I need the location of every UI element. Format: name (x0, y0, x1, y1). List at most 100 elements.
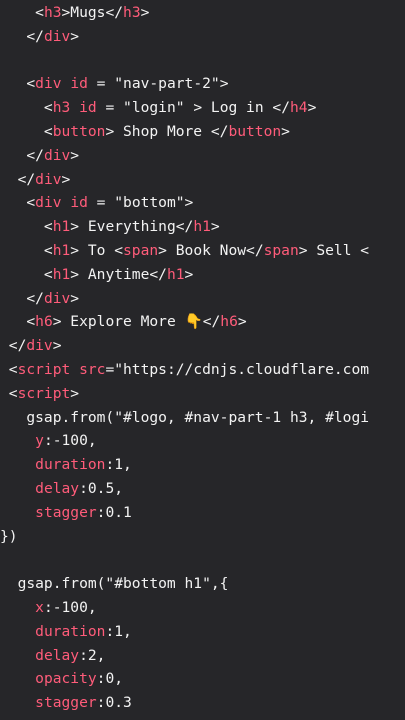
code-token: > To < (70, 242, 124, 259)
code-token: h1 (52, 218, 71, 236)
code-line: </div> (0, 169, 71, 191)
code-token: button (228, 123, 282, 140)
code-token: "bottom" (114, 194, 185, 212)
code-token: > (70, 289, 80, 307)
code-token: src (79, 361, 106, 378)
code-token: h1 (193, 218, 211, 236)
code-token: > (281, 123, 290, 140)
code-token: > Explore More (52, 313, 185, 331)
code-token: < (0, 242, 53, 259)
code-token: </ (0, 337, 27, 355)
code-token: span (123, 242, 159, 259)
code-line: </div> (0, 145, 79, 167)
code-token: </ (0, 170, 36, 188)
code-token: > Shop More </ (105, 123, 229, 140)
code-token: > (184, 265, 194, 283)
code-token: span (263, 242, 299, 259)
code-line: <div id = "nav-part-2"> (0, 73, 228, 95)
code-token: h1 (52, 242, 71, 259)
code-line: <h1> Everything</h1> (0, 216, 220, 238)
code-token: = (96, 99, 124, 117)
code-token: div (35, 194, 62, 212)
code-line: gsap.from("#bottom h1",{ (0, 573, 229, 595)
code-token: }) (0, 527, 18, 545)
code-token: stagger (35, 503, 97, 521)
code-token: x (35, 599, 44, 616)
code-token: div (35, 170, 62, 188)
code-token: :0, (96, 670, 124, 688)
code-token: "nav-part-2" (114, 75, 220, 93)
code-token: < (0, 361, 18, 378)
code-token: > (140, 4, 150, 21)
code-token: </ (202, 313, 221, 331)
code-token: < (0, 99, 53, 117)
code-token: h1 (166, 265, 185, 283)
code-token: < (0, 194, 36, 212)
code-token: :0.5, (79, 480, 124, 497)
code-line: delay:0.5, (0, 478, 123, 500)
code-token: < (0, 313, 36, 331)
code-line: delay:2, (0, 645, 105, 667)
code-line: stagger:0.3 (0, 692, 132, 714)
code-line: <script src="https://cdnjs.cloudflare.co… (0, 359, 369, 381)
code-token: > Log in </ (184, 99, 290, 117)
code-token: < (0, 384, 18, 402)
code-token: script (17, 384, 71, 402)
code-token: > (219, 75, 229, 93)
code-token: h4 (289, 99, 308, 117)
code-token: h6 (35, 313, 53, 331)
code-token: div (26, 337, 53, 355)
code-line: stagger:0.1 (0, 502, 132, 524)
code-token: > (237, 313, 247, 331)
code-line: duration:1, (0, 454, 132, 476)
code-token: id (70, 194, 88, 212)
code-token: > Book Now</ (158, 242, 264, 259)
code-token: script (17, 361, 71, 378)
code-line: <h1> Anytime</h1> (0, 264, 193, 286)
code-line: duration:1, (0, 621, 132, 643)
code-token: > (61, 170, 71, 188)
code-token: id (79, 99, 97, 117)
code-token: = (87, 75, 115, 93)
code-token: stagger (35, 694, 97, 712)
code-token: > (70, 384, 80, 402)
code-token: </ (0, 146, 44, 164)
code-token: :-100, (43, 599, 97, 616)
code-token: > (184, 194, 194, 212)
code-token: 👇 (184, 313, 203, 331)
code-token: > (70, 27, 80, 45)
code-token: </ (0, 27, 44, 45)
code-line: <h1> To <span> Book Now</span> Sell < (0, 240, 369, 262)
code-token: </ (0, 289, 44, 307)
code-token: :-100, (43, 432, 97, 450)
code-token: >Mugs</ (61, 4, 124, 21)
code-token: div (43, 27, 71, 45)
code-token: gsap.from("#logo, #nav-part-1 h3, #logi (0, 408, 370, 426)
code-token: < (0, 123, 53, 140)
code-token: id (70, 75, 88, 93)
code-token: delay (35, 646, 80, 664)
code-token: div (43, 289, 71, 307)
code-token: ="https://cdnjs.cloudflare.com (105, 361, 370, 378)
code-token: h3 (43, 4, 62, 21)
code-token: h3 (123, 4, 141, 21)
code-token: :0.3 (96, 694, 132, 712)
code-token: < (0, 218, 53, 236)
code-token: < (0, 4, 44, 21)
code-token: > Sell < (298, 242, 370, 259)
code-token: > (307, 99, 317, 117)
code-line: opacity:0, (0, 668, 123, 690)
code-token: :1, (105, 622, 132, 640)
code-token: = (87, 194, 115, 212)
code-editor[interactable]: <h3>Mugs</h3> </div> <div id = "nav-part… (0, 0, 405, 720)
